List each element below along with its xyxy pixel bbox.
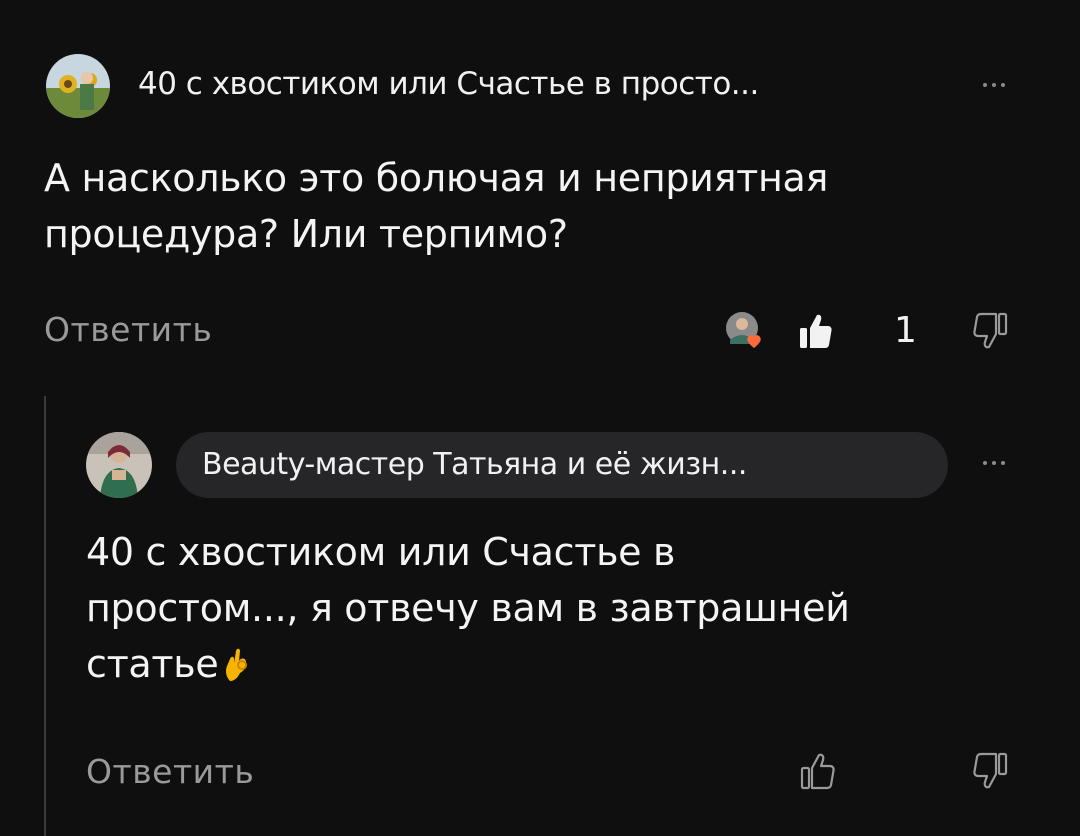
more-dots-icon (983, 83, 987, 87)
reply-dislike-button[interactable] (964, 748, 1018, 794)
thumbs-down-outline-icon (973, 312, 1008, 349)
reply-author-pill[interactable]: Beauty-мастер Татьяна и её жизн... (176, 432, 948, 498)
reply-text-line: 40 с хвостиком или Счастье в (86, 530, 676, 574)
author-heart-avatar-icon (726, 312, 761, 348)
liker-avatar (724, 310, 766, 352)
reply-like-button[interactable] (790, 748, 844, 794)
reply-thread-line (44, 396, 46, 836)
reply-text-line: простом..., я отвечу вам в завтрашней (86, 586, 850, 630)
comment-text-line: А насколько это болючая и неприятная (44, 156, 829, 200)
sunflower-photo-icon (46, 54, 110, 118)
like-count: 1 (894, 310, 917, 351)
reply-author-name[interactable]: Beauty-мастер Татьяна и её жизн... (202, 447, 747, 482)
reply-button[interactable]: Ответить (44, 310, 212, 349)
reply-author-avatar[interactable] (86, 432, 152, 498)
woman-photo-icon (86, 432, 152, 498)
reply-reply-button[interactable]: Ответить (86, 752, 254, 791)
thumbs-up-filled-icon (800, 314, 832, 348)
ok-hand-emoji (222, 642, 252, 698)
comment-text: А насколько это болючая и неприятная про… (44, 150, 828, 262)
thumbs-up-outline-icon (800, 753, 835, 790)
like-button[interactable] (790, 308, 840, 354)
more-options-button[interactable] (964, 70, 1024, 100)
author-name[interactable]: 40 с хвостиком или Счастье в просто... (138, 66, 759, 102)
dislike-button[interactable] (964, 308, 1018, 354)
ok-hand-icon (226, 648, 248, 681)
more-dots-icon (983, 461, 987, 465)
thumbs-down-outline-icon (973, 752, 1008, 789)
reply-more-options-button[interactable] (964, 448, 1024, 478)
reply-text-line: статье (86, 636, 850, 698)
author-avatar[interactable] (46, 54, 110, 118)
reply-text: 40 с хвостиком или Счастье в простом...,… (86, 524, 850, 698)
comment-text-line: процедура? Или терпимо? (44, 212, 568, 256)
